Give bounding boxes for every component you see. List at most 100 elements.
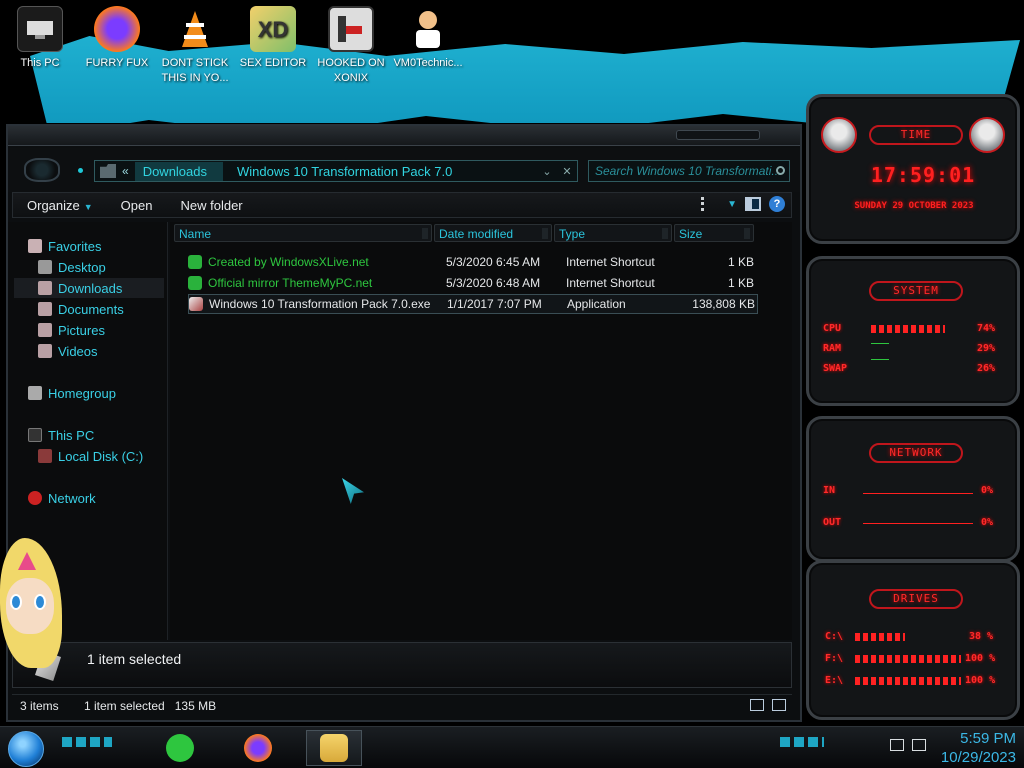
help-icon[interactable]: ? [769,196,785,212]
taskbar-time: 5:59 PM [960,730,1016,747]
desktop-icon-furry-fux[interactable]: FURRY FUX [77,6,157,71]
search-icon[interactable] [776,166,785,175]
time-gadget: TIME 17:59:01 SUNDAY 29 OCTOBER 2023 [806,94,1020,244]
chevron-down-icon[interactable]: ⌄ [537,165,557,178]
system-gadget: SYSTEM CPU 74% RAM 29% SWAP 26% [806,256,1020,406]
breadcrumb-downloads[interactable]: Downloads [134,161,224,181]
nav-videos[interactable]: Videos [38,341,98,361]
status-selected: 1 item selected [84,698,165,713]
network-in-graph [863,493,973,494]
drive-f-value: 100 % [965,653,996,664]
firefox-icon [244,734,272,762]
nav-label: Desktop [58,259,106,275]
window-title-bar[interactable] [8,126,800,146]
hxd-icon: XD [250,6,296,52]
back-button[interactable] [24,158,60,182]
desktop-icon-label: This PC [20,57,60,69]
desktop-icon-this-pc[interactable]: This PC [0,6,80,71]
internet-shortcut-icon [188,255,202,269]
ram-value: 29% [977,343,996,354]
alien-head-icon [821,117,857,153]
column-header-type[interactable]: Type [554,224,672,242]
file-row-selected[interactable]: Windows 10 Transformation Pack 7.0.exe 1… [188,294,758,314]
desktop-icon-vlc[interactable]: DONT STICK THIS IN YO... [155,6,235,86]
time-header: TIME [869,125,963,145]
column-headers: Name Date modified Type Size [174,224,756,244]
nav-favorites[interactable]: Favorites [28,236,101,256]
internet-shortcut-icon [188,276,202,290]
taskbar-app-file-explorer[interactable] [306,730,362,766]
desktop-icon-hooked-on-xonix[interactable]: HOOKED ON XONIX [311,6,391,86]
column-header-name[interactable]: Name [174,224,432,242]
game-icon [328,6,374,52]
nav-homegroup[interactable]: Homegroup [28,383,116,403]
close-icon[interactable]: ✕ [557,165,577,178]
nav-label: Videos [58,343,98,359]
nav-desktop[interactable]: Desktop [38,257,106,277]
chevron-down-icon[interactable]: ▼ [727,199,737,210]
address-bar[interactable]: « Downloads Windows 10 Transformation Pa… [94,160,578,182]
command-toolbar: Organize ▼ Open New folder ▼ ? [12,192,792,218]
organize-label: Organize [27,197,80,213]
taskbar-app-notes[interactable] [152,730,208,766]
network-tray-icon[interactable] [890,739,904,751]
desktop-icon [38,260,52,274]
star-icon [28,239,42,253]
character-eye [10,594,22,610]
nav-this-pc[interactable]: This PC [28,425,94,445]
drive-c-value: 38 % [969,631,994,642]
file-size: 1 KB [727,255,754,269]
nav-downloads[interactable]: Downloads [14,278,164,298]
nav-local-disk[interactable]: Local Disk (C:) [38,446,143,466]
pictures-icon [38,323,52,337]
large-icons-view-icon[interactable] [772,699,786,711]
file-name-cell: Windows 10 Transformation Pack 7.0.exe [189,297,447,311]
this-pc-icon [17,6,63,52]
taskbar-clock[interactable]: 5:59 PM 10/29/2023 [941,729,1016,767]
character-sticker [0,538,62,678]
desktop-icon-sex-editor[interactable]: XD SEX EDITOR [233,6,313,71]
desktop-icon-label: FURRY FUX [85,57,149,69]
drive-f-bar [855,655,961,663]
network-icon [28,491,42,505]
file-type: Internet Shortcut [566,276,655,290]
clock-date: SUNDAY 29 OCTOBER 2023 [854,201,974,211]
recent-locations-dot[interactable] [78,168,83,173]
firefox-icon [94,6,140,52]
nav-pictures[interactable]: Pictures [38,320,105,340]
taskbar-app-firefox[interactable] [230,730,286,766]
drive-e-bar [855,677,961,685]
nav-documents[interactable]: Documents [38,299,124,319]
file-name: Created by WindowsXLive.net [208,255,369,269]
search-placeholder: Search Windows 10 Transformati... [595,164,782,178]
file-row[interactable]: Created by WindowsXLive.net 5/3/2020 6:4… [188,252,758,272]
file-name: Official mirror ThemeMyPC.net [208,276,373,290]
documents-icon [38,302,52,316]
file-name-cell: Created by WindowsXLive.net [188,255,446,269]
swap-value: 26% [977,363,996,374]
volume-icon[interactable] [912,739,926,751]
details-view-icon[interactable] [750,699,764,711]
change-view-icon[interactable] [701,197,719,211]
details-text: 1 item selected [87,651,182,667]
column-header-size[interactable]: Size [674,224,754,242]
file-list: Name Date modified Type Size Created by … [170,222,792,640]
nav-label: This PC [48,427,95,443]
column-header-date[interactable]: Date modified [434,224,552,242]
nav-network[interactable]: Network [28,488,96,508]
chevron-left-icon[interactable]: « [122,164,129,178]
search-input[interactable]: Search Windows 10 Transformati... [588,160,790,182]
open-button[interactable]: Open [107,198,167,213]
file-row[interactable]: Official mirror ThemeMyPC.net 5/3/2020 6… [188,273,758,293]
file-size: 1 KB [727,276,754,290]
chevron-down-icon: ▼ [83,201,93,212]
desktop-icon-label: DONT STICK THIS IN YO... [161,57,229,84]
ram-indicator [871,343,889,344]
breadcrumb-current-folder[interactable]: Windows 10 Transformation Pack 7.0 [237,164,537,179]
status-size: 135 MB [174,698,217,713]
desktop-icon-vm0technic[interactable]: VM0Technic... [388,6,468,71]
new-folder-button[interactable]: New folder [166,198,256,213]
organize-button[interactable]: Organize ▼ [13,198,107,213]
preview-pane-icon[interactable] [745,197,761,211]
start-button[interactable] [8,731,44,767]
